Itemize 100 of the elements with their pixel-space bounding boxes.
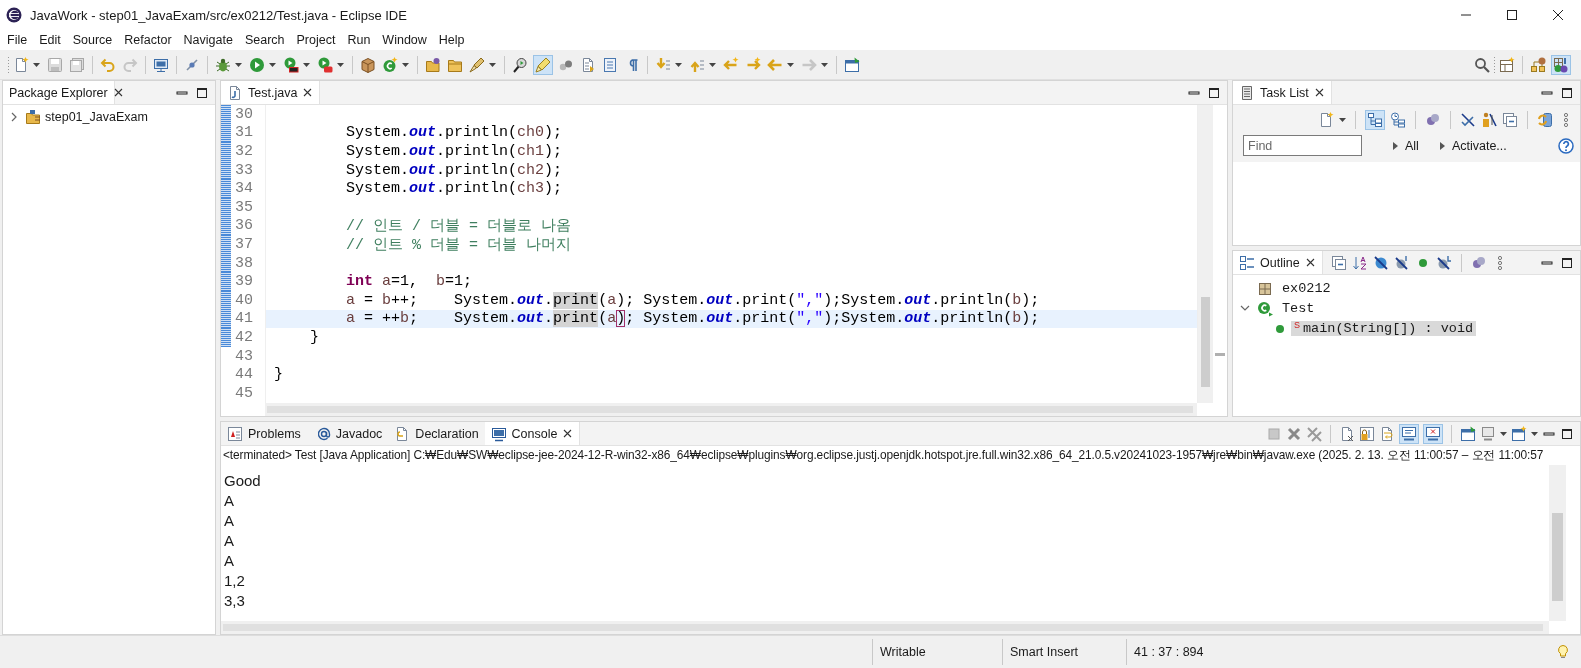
search-icon[interactable] xyxy=(1474,56,1490,73)
find-field[interactable]: Find xyxy=(1243,135,1362,156)
outline-item[interactable]: Test xyxy=(1279,301,1318,316)
focus-icon[interactable] xyxy=(1425,111,1441,128)
open-perspective-icon[interactable] xyxy=(1499,56,1515,73)
maximize-icon[interactable] xyxy=(1560,426,1574,441)
menu-item[interactable]: Window xyxy=(376,33,433,47)
new-task-icon[interactable] xyxy=(1318,111,1334,128)
view-tab[interactable]: Package Explorer xyxy=(3,81,115,104)
dropdown-caret-icon[interactable] xyxy=(1500,431,1507,436)
menu-item[interactable]: Project xyxy=(290,33,342,47)
close-icon[interactable] xyxy=(1313,87,1325,98)
horizontal-scrollbar[interactable] xyxy=(265,403,1197,416)
close-icon[interactable] xyxy=(562,428,574,439)
coverage-icon[interactable] xyxy=(283,56,299,73)
scroll-lock-icon[interactable] xyxy=(1359,425,1375,442)
dropdown-caret-icon[interactable] xyxy=(675,62,682,67)
editor-tab[interactable]: Test.java xyxy=(221,81,321,104)
maximize-icon[interactable] xyxy=(1506,9,1518,21)
view-tab[interactable]: Task List xyxy=(1233,81,1332,104)
menu-item[interactable]: File xyxy=(1,33,34,47)
dropdown-caret-icon[interactable] xyxy=(709,62,716,67)
outline-item[interactable]: ex0212 xyxy=(1279,281,1334,296)
close-icon[interactable] xyxy=(1304,257,1316,268)
hide-fields-icon[interactable] xyxy=(1372,254,1389,271)
document-icon[interactable] xyxy=(580,56,596,73)
menu-item[interactable]: Edit xyxy=(33,33,67,47)
close-icon[interactable] xyxy=(302,87,314,98)
open-console-icon[interactable] xyxy=(1511,425,1527,442)
focus-icon[interactable] xyxy=(1470,254,1487,271)
sort-icon[interactable] xyxy=(1351,254,1368,271)
outline-item[interactable]: $^{S}$ main(String[]) : void xyxy=(1291,321,1477,336)
brush-icon[interactable] xyxy=(469,56,485,73)
clear-console-icon[interactable] xyxy=(1339,425,1355,442)
dropdown-caret-icon[interactable] xyxy=(269,62,276,67)
package-box-icon[interactable] xyxy=(360,56,376,73)
filter-link[interactable]: Activate... xyxy=(1451,138,1507,153)
menu-item[interactable]: Refactor xyxy=(118,33,178,47)
dropdown-caret-icon[interactable] xyxy=(235,62,242,67)
menu-item[interactable]: Source xyxy=(66,33,119,47)
tab-label: Problems xyxy=(248,426,301,441)
pinned-window-icon[interactable] xyxy=(844,56,860,73)
pin-console-icon[interactable] xyxy=(1460,425,1476,442)
word-wrap-icon[interactable] xyxy=(1379,425,1395,442)
scheduled-icon[interactable] xyxy=(1390,111,1406,128)
console-output-line: A xyxy=(224,531,235,551)
hide-others-icon[interactable] xyxy=(1481,111,1497,128)
hide-completed-icon[interactable] xyxy=(1460,111,1476,128)
view-tab[interactable]: Console xyxy=(484,422,581,445)
vertical-scrollbar[interactable] xyxy=(1198,105,1214,403)
tree-item[interactable]: step01_JavaExam xyxy=(45,110,148,124)
menu-item[interactable]: Search xyxy=(238,33,291,47)
dropdown-caret-icon[interactable] xyxy=(303,62,310,67)
view-tab[interactable]: Problems xyxy=(221,422,307,445)
hide-static-icon[interactable] xyxy=(1393,254,1410,271)
close-icon[interactable] xyxy=(1552,9,1564,21)
status-field: 41 : 37 : 894 xyxy=(1134,645,1204,659)
new-file-icon[interactable] xyxy=(13,56,29,73)
lightbulb-icon[interactable] xyxy=(1555,644,1571,660)
run-icon[interactable] xyxy=(249,56,265,73)
dropdown-caret-icon[interactable] xyxy=(489,62,496,67)
dropdown-caret-icon[interactable] xyxy=(402,62,409,67)
menu-item[interactable]: Help xyxy=(432,33,471,47)
expand-triangle-icon[interactable] xyxy=(1438,140,1446,151)
vertical-scrollbar[interactable] xyxy=(1549,465,1566,621)
synchronize-icon[interactable] xyxy=(1537,111,1553,128)
remove-launch-icon[interactable] xyxy=(1286,425,1302,442)
expand-triangle-icon[interactable] xyxy=(1392,140,1399,151)
close-icon[interactable] xyxy=(112,87,124,98)
hierarchy-perspective-icon[interactable] xyxy=(1530,56,1546,73)
maximize-icon[interactable] xyxy=(1560,255,1574,270)
view-tab[interactable]: Declaration xyxy=(388,422,485,445)
skip-breakpoints-icon[interactable] xyxy=(184,56,200,73)
dropdown-caret-icon[interactable] xyxy=(787,62,794,67)
hide-local-types-icon[interactable] xyxy=(1435,254,1452,271)
help-icon[interactable] xyxy=(1558,137,1574,154)
collapse-all-icon[interactable] xyxy=(1502,111,1518,128)
debug-icon[interactable] xyxy=(215,56,231,73)
dropdown-caret-icon[interactable] xyxy=(1531,431,1538,436)
dropdown-caret-icon[interactable] xyxy=(821,62,828,67)
view-tab[interactable]: Javadoc xyxy=(306,422,389,445)
horizontal-scrollbar[interactable] xyxy=(221,621,1549,634)
code-line: a = ++b; System.out.print(a); System.out.print(",");System.out.println(b); xyxy=(345,310,1040,328)
dropdown-caret-icon[interactable] xyxy=(1339,117,1346,122)
remove-all-launches-icon[interactable] xyxy=(1306,425,1322,442)
monitor-icon[interactable] xyxy=(153,56,169,73)
maximize-icon[interactable] xyxy=(195,85,209,100)
open-type-icon[interactable] xyxy=(425,56,441,73)
filter-link[interactable]: All xyxy=(1405,138,1419,153)
dropdown-caret-icon[interactable] xyxy=(337,62,344,67)
line-number: 36 xyxy=(234,217,253,235)
collapse-all-icon[interactable] xyxy=(1330,254,1347,271)
maximize-icon[interactable] xyxy=(1207,85,1221,100)
maximize-icon[interactable] xyxy=(1560,85,1574,100)
view-tab[interactable]: Outline xyxy=(1233,251,1323,274)
dropdown-caret-icon[interactable] xyxy=(33,62,40,67)
menu-item[interactable]: Navigate xyxy=(177,33,239,47)
menu-item[interactable]: Run xyxy=(341,33,377,47)
block-selection-icon[interactable] xyxy=(602,56,618,73)
external-tools-icon[interactable] xyxy=(317,56,333,73)
